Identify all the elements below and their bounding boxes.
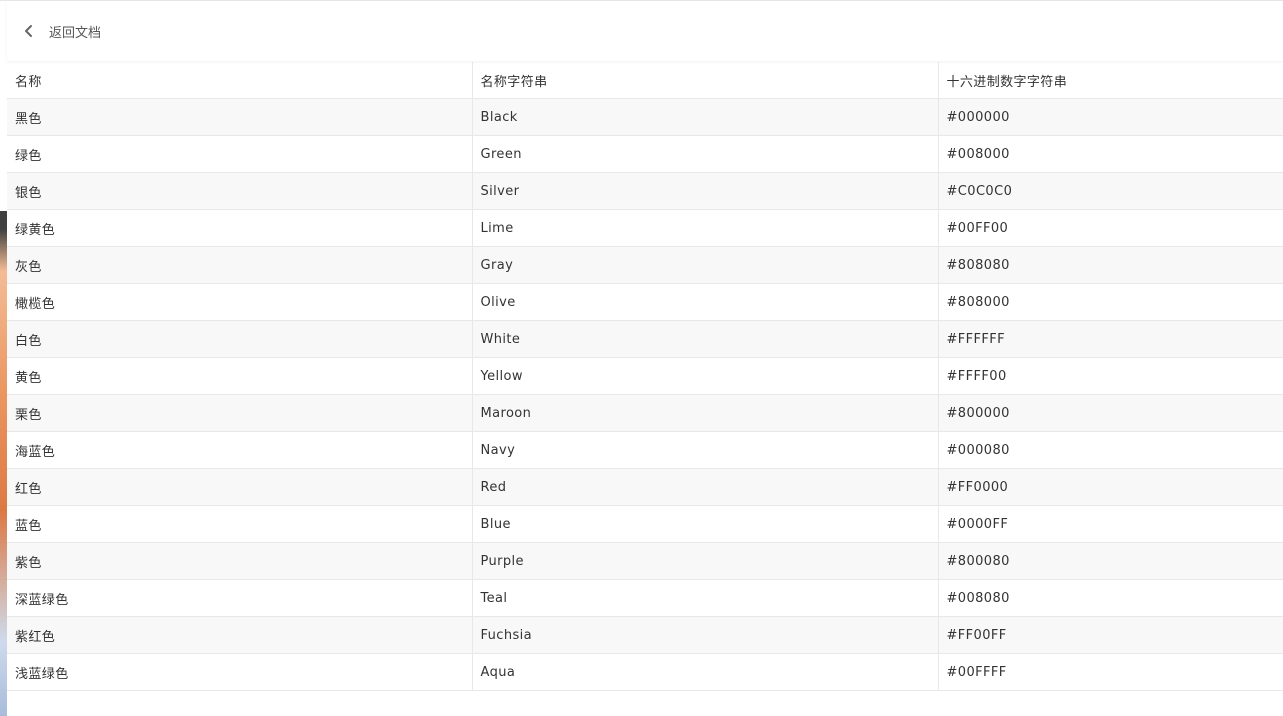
- cell-hex-string: #800080: [938, 542, 1283, 580]
- cell-name-string: Aqua: [472, 653, 939, 691]
- cell-color-name: 栗色: [7, 394, 473, 432]
- cell-name-string: Silver: [472, 172, 939, 210]
- cell-hex-string: #808080: [938, 246, 1283, 284]
- cell-name-string: Teal: [472, 579, 939, 617]
- cell-hex-string: #008000: [938, 135, 1283, 173]
- cell-color-name: 紫红色: [7, 616, 473, 654]
- table-row: 绿色 Green #008000: [7, 135, 1283, 173]
- table-row: 紫红色 Fuchsia #FF00FF: [7, 616, 1283, 654]
- cell-hex-string: #000000: [938, 98, 1283, 136]
- table-row: 海蓝色 Navy #000080: [7, 431, 1283, 469]
- table-row: 绿黄色 Lime #00FF00: [7, 209, 1283, 247]
- cell-color-name: 浅蓝绿色: [7, 653, 473, 691]
- table-row: 蓝色 Blue #0000FF: [7, 505, 1283, 543]
- background-edge: [0, 211, 7, 716]
- cell-name-string: Gray: [472, 246, 939, 284]
- cell-color-name: 橄榄色: [7, 283, 473, 321]
- table-row: 白色 White #FFFFFF: [7, 320, 1283, 358]
- cell-name-string: Olive: [472, 283, 939, 321]
- cell-hex-string: #00FF00: [938, 209, 1283, 247]
- cell-color-name: 黑色: [7, 98, 473, 136]
- column-header-name-string: 名称字符串: [472, 62, 939, 99]
- cell-hex-string: #FFFFFF: [938, 320, 1283, 358]
- cell-name-string: White: [472, 320, 939, 358]
- back-to-docs-button[interactable]: 返回文档: [7, 11, 109, 51]
- table-body: 黑色 Black #000000 绿色 Green #008000 银色 Silver #C0C…: [7, 98, 1283, 691]
- column-header-hex-string: 十六进制数字字符串: [938, 62, 1283, 99]
- top-bar: 返回文档: [7, 1, 1283, 61]
- cell-hex-string: #008080: [938, 579, 1283, 617]
- table-row: 浅蓝绿色 Aqua #00FFFF: [7, 653, 1283, 691]
- cell-name-string: Red: [472, 468, 939, 506]
- cell-hex-string: #00FFFF: [938, 653, 1283, 691]
- back-label: 返回文档: [49, 25, 102, 41]
- cell-hex-string: #0000FF: [938, 505, 1283, 543]
- cell-hex-string: #000080: [938, 431, 1283, 469]
- cell-name-string: Maroon: [472, 394, 939, 432]
- cell-color-name: 银色: [7, 172, 473, 210]
- header-row: 名称 名称字符串 十六进制数字字符串: [7, 62, 1283, 99]
- table-row: 紫色 Purple #800080: [7, 542, 1283, 580]
- cell-name-string: Yellow: [472, 357, 939, 395]
- cell-name-string: Green: [472, 135, 939, 173]
- cell-name-string: Blue: [472, 505, 939, 543]
- cell-color-name: 红色: [7, 468, 473, 506]
- cell-hex-string: #FFFF00: [938, 357, 1283, 395]
- cell-color-name: 绿黄色: [7, 209, 473, 247]
- color-table-container: 名称 名称字符串 十六进制数字字符串 黑色 Black #000000 绿色 Green…: [7, 62, 1283, 691]
- table-row: 灰色 Gray #808080: [7, 246, 1283, 284]
- table-row: 深蓝绿色 Teal #008080: [7, 579, 1283, 617]
- app-window: 返回文档 名称 名称字符串 十六进制数字字符串 黑色 Black #000000 绿色…: [0, 0, 1283, 716]
- table-row: 黄色 Yellow #FFFF00: [7, 357, 1283, 395]
- column-header-name: 名称: [7, 62, 473, 99]
- cell-name-string: Navy: [472, 431, 939, 469]
- cell-color-name: 紫色: [7, 542, 473, 580]
- table-row: 红色 Red #FF0000: [7, 468, 1283, 506]
- table-header: 名称 名称字符串 十六进制数字字符串: [7, 62, 1283, 99]
- cell-name-string: Fuchsia: [472, 616, 939, 654]
- cell-hex-string: #808000: [938, 283, 1283, 321]
- table-row: 银色 Silver #C0C0C0: [7, 172, 1283, 210]
- cell-hex-string: #FF0000: [938, 468, 1283, 506]
- table-row: 橄榄色 Olive #808000: [7, 283, 1283, 321]
- cell-color-name: 深蓝绿色: [7, 579, 473, 617]
- cell-name-string: Lime: [472, 209, 939, 247]
- cell-color-name: 蓝色: [7, 505, 473, 543]
- table-row: 黑色 Black #000000: [7, 98, 1283, 136]
- cell-name-string: Purple: [472, 542, 939, 580]
- cell-name-string: Black: [472, 98, 939, 136]
- cell-color-name: 绿色: [7, 135, 473, 173]
- cell-color-name: 白色: [7, 320, 473, 358]
- cell-color-name: 灰色: [7, 246, 473, 284]
- color-table: 名称 名称字符串 十六进制数字字符串 黑色 Black #000000 绿色 Green…: [7, 62, 1283, 691]
- cell-hex-string: #FF00FF: [938, 616, 1283, 654]
- cell-color-name: 黄色: [7, 357, 473, 395]
- cell-color-name: 海蓝色: [7, 431, 473, 469]
- cell-hex-string: #C0C0C0: [938, 172, 1283, 210]
- cell-hex-string: #800000: [938, 394, 1283, 432]
- table-row: 栗色 Maroon #800000: [7, 394, 1283, 432]
- chevron-left-icon: [19, 21, 39, 41]
